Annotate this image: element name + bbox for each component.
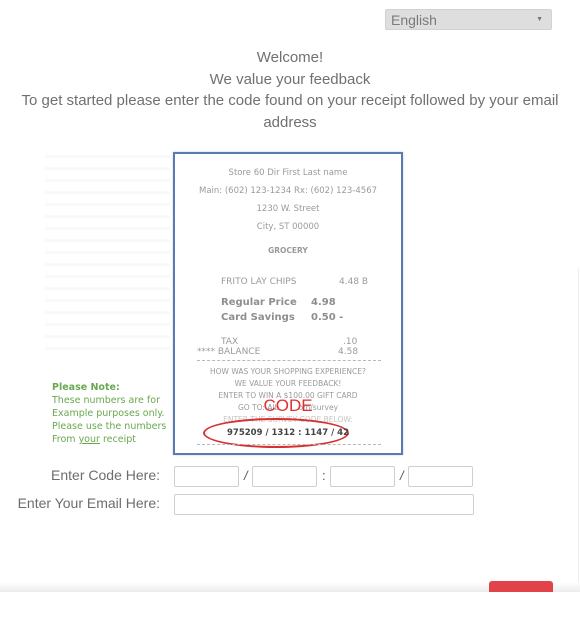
sample-receipt-image: Store 60 Dir First Last name Main: (602)… — [173, 152, 403, 455]
receipt-divider — [197, 444, 381, 445]
code-separator: / — [244, 468, 248, 483]
receipt-item-price: 4.48 B — [339, 277, 369, 287]
receipt-item-name: FRITO LAY CHIPS — [221, 277, 297, 287]
note-emphasis: your — [78, 434, 100, 445]
receipt-address-line: 1230 W. Street — [256, 204, 320, 214]
email-field[interactable] — [174, 494, 474, 515]
note-text: receipt — [99, 434, 136, 445]
intro-text: Welcome! We value your feedback To get s… — [0, 47, 580, 133]
note-title: Please Note: — [52, 382, 120, 393]
receipt-store-line: Store 60 Dir First Last name — [228, 168, 348, 178]
receipt-tax-label: TAX — [221, 337, 239, 347]
code-field-3[interactable] — [330, 466, 395, 487]
code-separator: : — [322, 468, 326, 483]
note-line: From your receipt — [52, 433, 166, 446]
chevron-down-icon: ▼ — [536, 16, 543, 23]
receipt-regular-price-label: Regular Price — [221, 297, 297, 308]
note-text: From — [52, 434, 79, 445]
receipt-survey-line: HOW WAS YOUR SHOPPING EXPERIENCE? — [209, 367, 367, 376]
code-field-1[interactable] — [174, 466, 239, 487]
scroll-edge — [578, 268, 579, 592]
feedback-subtitle: We value your feedback — [209, 70, 371, 88]
code-label: Enter Code Here: — [51, 467, 160, 483]
code-field-4[interactable] — [408, 466, 473, 487]
receipt-card-savings-value: 0.50 - — [311, 312, 344, 323]
code-field-2[interactable] — [252, 466, 317, 487]
code-separator: / — [400, 468, 404, 483]
receipt-card-savings-label: Card Savings — [221, 312, 295, 323]
receipt-survey-line: WE VALUE YOUR FEEDBACK! — [234, 379, 342, 388]
receipt-regular-price-value: 4.98 — [311, 297, 336, 308]
email-label: Enter Your Email Here: — [17, 495, 160, 511]
language-select[interactable]: English ▼ — [385, 9, 552, 30]
note-line: These numbers are for — [52, 395, 160, 406]
code-callout-label: CODE — [263, 396, 313, 415]
receipt-survey-code: 975209 / 1312 : 1147 / 42 — [227, 428, 349, 438]
note-line: Example purposes only. — [52, 408, 165, 419]
language-select-value: English — [391, 11, 437, 28]
receipt-department: GROCERY — [268, 246, 308, 255]
receipt-city-line: City, ST 00000 — [256, 222, 320, 232]
note-line: Please use the numbers — [52, 421, 167, 432]
receipt-balance-value: 4.58 — [338, 347, 359, 357]
background-watermark — [45, 150, 170, 350]
receipt-phone-line: Main: (602) 123-1234 Rx: (602) 123-4567 — [198, 186, 378, 196]
welcome-heading: Welcome! — [256, 49, 324, 66]
receipt-balance-label: **** BALANCE — [197, 347, 261, 357]
receipt-divider — [197, 360, 381, 361]
bottom-overlay — [0, 592, 580, 618]
instructions-text: To get started please enter the code fou… — [21, 92, 559, 131]
receipt-tax-value: .10 — [343, 337, 358, 347]
example-note: Please Note: These numbers are for Examp… — [52, 381, 166, 446]
